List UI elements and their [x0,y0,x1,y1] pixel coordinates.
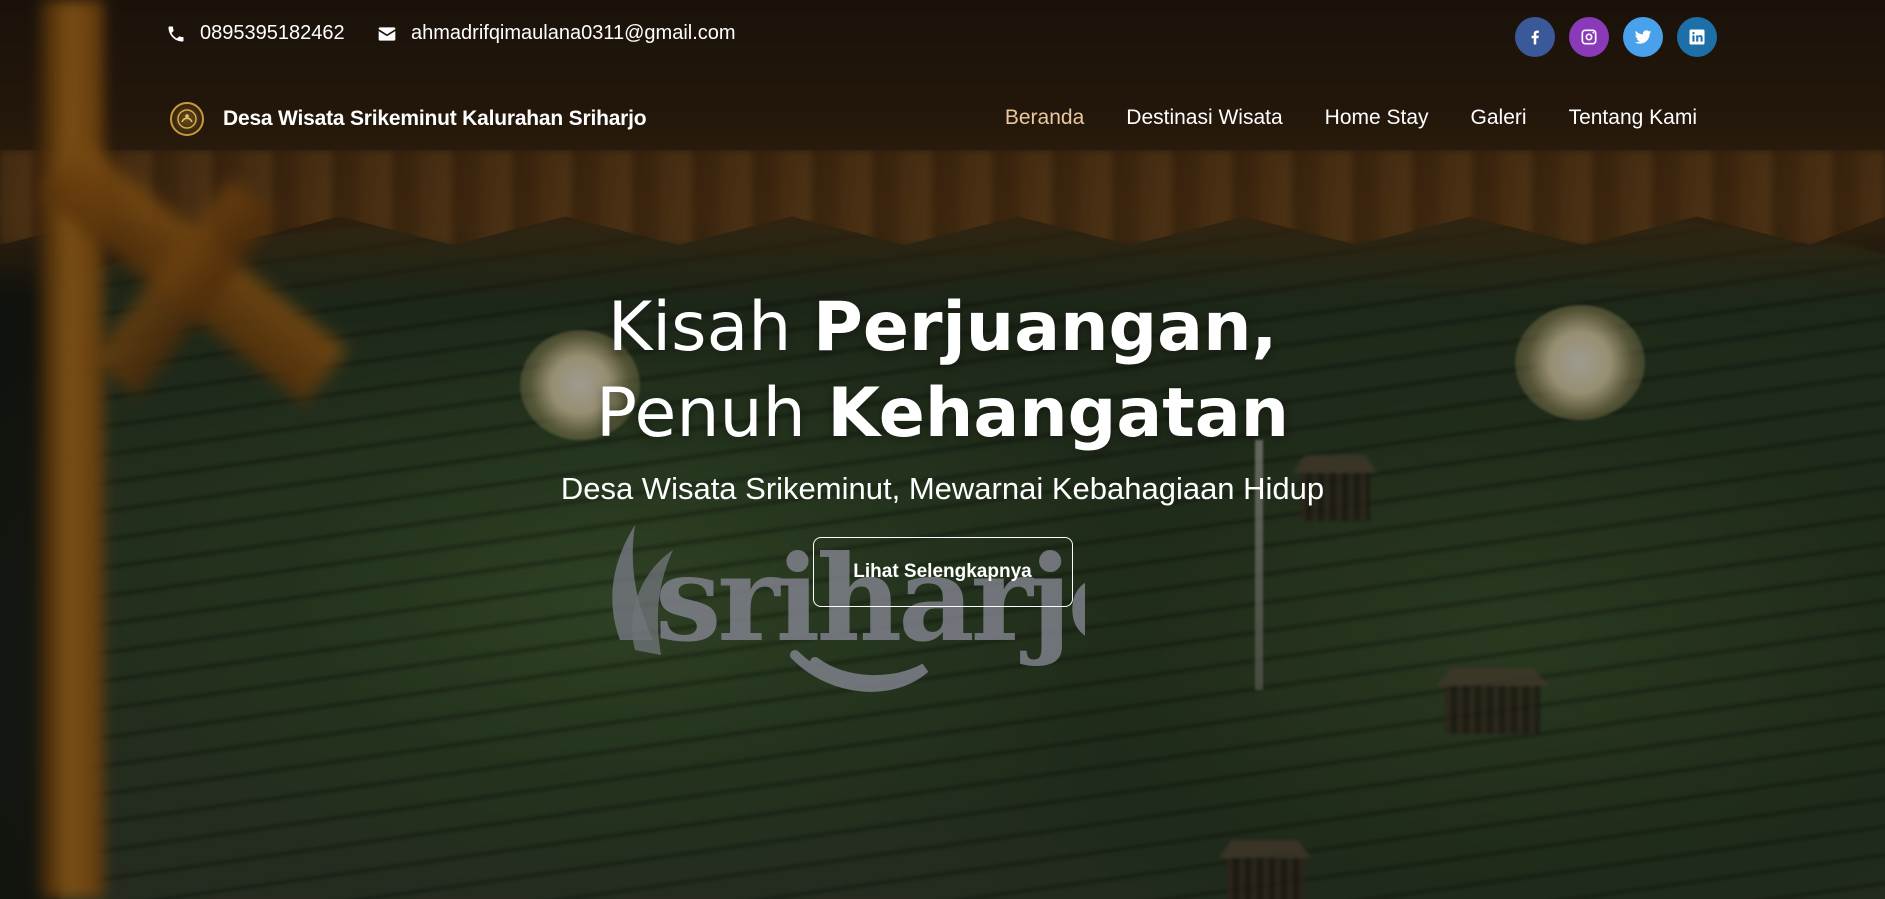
village-logo-icon [170,102,204,136]
phone-contact[interactable]: 0895395182462 [166,22,345,45]
facebook-icon [1531,30,1539,45]
top-bar: 0895395182462 ahmadrifqimaulana0311@gmai… [0,0,1885,74]
email-address: ahmadrifqimaulana0311@gmail.com [411,22,736,44]
email-contact[interactable]: ahmadrifqimaulana0311@gmail.com [377,22,736,45]
hero-title-line1-regular: Kisah [607,288,792,367]
twitter-icon [1634,30,1652,44]
linkedin-icon [1689,29,1705,45]
instagram-icon [1581,29,1597,45]
nav-link-galeri[interactable]: Galeri [1471,106,1527,130]
nav-link-beranda[interactable]: Beranda [1005,106,1084,130]
hero-title: Kisah Perjuangan, Penuh Kehangatan [0,285,1885,457]
hero-subtitle: Desa Wisata Srikeminut, Mewarnai Kebahag… [560,471,1325,506]
social-links [1515,17,1717,57]
facebook-button[interactable] [1515,17,1555,57]
envelope-icon [378,26,396,41]
linkedin-button[interactable] [1677,17,1717,57]
hero-title-line2-bold: Kehangatan [827,374,1290,453]
phone-icon [168,26,184,41]
nav-link-tentang-kami[interactable]: Tentang Kami [1569,106,1697,130]
twitter-button[interactable] [1623,17,1663,57]
brand-name: Desa Wisata Srikeminut Kalurahan Sriharj… [223,107,647,130]
hero-title-line1-bold: Perjuangan, [813,288,1278,367]
phone-number: 0895395182462 [200,22,345,44]
brand-link[interactable]: Desa Wisata Srikeminut Kalurahan Sriharj… [170,102,647,136]
main-navbar: Desa Wisata Srikeminut Kalurahan Sriharj… [0,90,1885,150]
hero-section: Kisah Perjuangan, Penuh Kehangatan Desa … [0,285,1885,607]
nav-link-home-stay[interactable]: Home Stay [1325,106,1429,130]
nav-link-destinasi-wisata[interactable]: Destinasi Wisata [1126,106,1282,130]
hero-title-line2-regular: Penuh [595,374,806,453]
see-more-button[interactable]: Lihat Selengkapnya [812,537,1073,607]
instagram-button[interactable] [1569,17,1609,57]
nav-menu: Beranda Destinasi Wisata Home Stay Galer… [1005,106,1697,130]
